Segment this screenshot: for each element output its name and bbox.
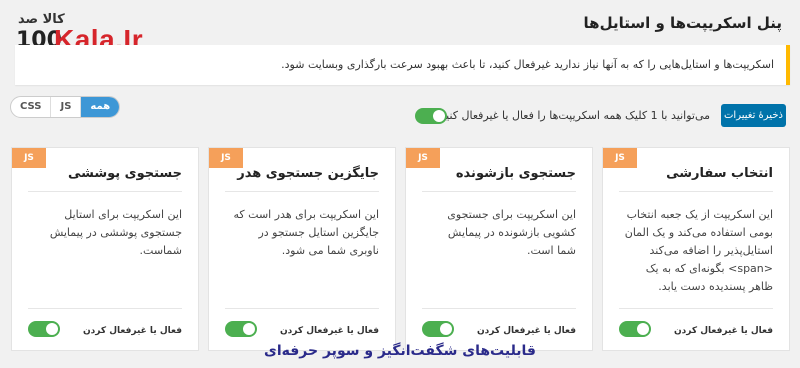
notice-text: اسکریپت‌ها و استایل‌هایی را که به آنها ن… <box>281 58 774 71</box>
card-toggle-label: فعال یا غیرفعال کردن <box>673 326 773 336</box>
card-toggle-label: فعال یا غیرفعال کردن <box>279 326 379 336</box>
card-type-badge: JS <box>209 148 243 168</box>
card-title: جستجوی پوششی <box>67 166 182 181</box>
card-type-badge: JS <box>603 148 637 168</box>
card-description: این اسکریپت برای استایل جستجوی پوششی در … <box>49 208 182 257</box>
card-divider <box>225 191 379 192</box>
tab-all[interactable]: همه <box>80 97 120 117</box>
filter-tabs: CSS JS همه <box>10 96 121 118</box>
card-title: جایگزین جستجوی هدر <box>237 166 379 181</box>
toggle-knob <box>440 323 452 335</box>
card-divider <box>28 308 182 309</box>
card-type-badge: JS <box>406 148 440 168</box>
promo-caption: قابلیت‌های شگفت‌انگیز و سوپر حرفه‌ای <box>264 343 536 359</box>
page-title: پنل اسکریپت‌ها و استایل‌ها <box>583 14 782 32</box>
card-divider <box>422 308 576 309</box>
card-toggle-switch[interactable] <box>422 321 454 337</box>
card-toggle-switch[interactable] <box>619 321 651 337</box>
card-divider <box>619 308 773 309</box>
toggle-knob <box>637 323 649 335</box>
script-card-overlay-search: JS جستجوی پوششی این اسکریپت برای استایل … <box>11 147 199 351</box>
page-canvas: کالا صد 100 Kala.Ir پنل اسکریپت‌ها و است… <box>0 0 800 368</box>
card-divider <box>619 191 773 192</box>
card-toggle-label: فعال یا غیرفعال کردن <box>476 326 576 336</box>
card-description: این اسکریپت از یک جعبه انتخاب بومی استفا… <box>624 208 773 293</box>
card-toggle-switch[interactable] <box>225 321 257 337</box>
toggle-knob <box>243 323 255 335</box>
card-title: انتخاب سفارشی <box>666 166 773 181</box>
script-card-header-search: JS جایگزین جستجوی هدر این اسکریپت برای ه… <box>208 147 396 351</box>
card-description: این اسکریپت برای هدر است که جایگزین استا… <box>233 208 379 257</box>
global-toggle-label: می‌توانید با 1 کلیک همه اسکریپت‌ها را فع… <box>436 109 710 122</box>
global-toggle-switch[interactable] <box>415 108 447 124</box>
card-divider <box>225 308 379 309</box>
toggle-knob <box>46 323 58 335</box>
tab-css[interactable]: CSS <box>11 97 50 117</box>
script-card-custom-select: JS انتخاب سفارشی این اسکریپت از یک جعبه … <box>602 147 790 351</box>
card-divider <box>28 191 182 192</box>
card-description: این اسکریپت برای جستجوی کشویی بازشونده د… <box>447 208 576 257</box>
save-button[interactable]: ذخیرهٔ تغییرات <box>721 104 786 127</box>
card-title: جستجوی بازشونده <box>455 166 576 181</box>
info-notice: اسکریپت‌ها و استایل‌هایی را که به آنها ن… <box>15 45 790 85</box>
tab-js[interactable]: JS <box>50 97 80 117</box>
card-toggle-switch[interactable] <box>28 321 60 337</box>
card-divider <box>422 191 576 192</box>
card-toggle-label: فعال یا غیرفعال کردن <box>82 326 182 336</box>
script-card-dropdown-search: JS جستجوی بازشونده این اسکریپت برای جستج… <box>405 147 593 351</box>
card-type-badge: JS <box>12 148 46 168</box>
toggle-knob <box>433 110 445 122</box>
